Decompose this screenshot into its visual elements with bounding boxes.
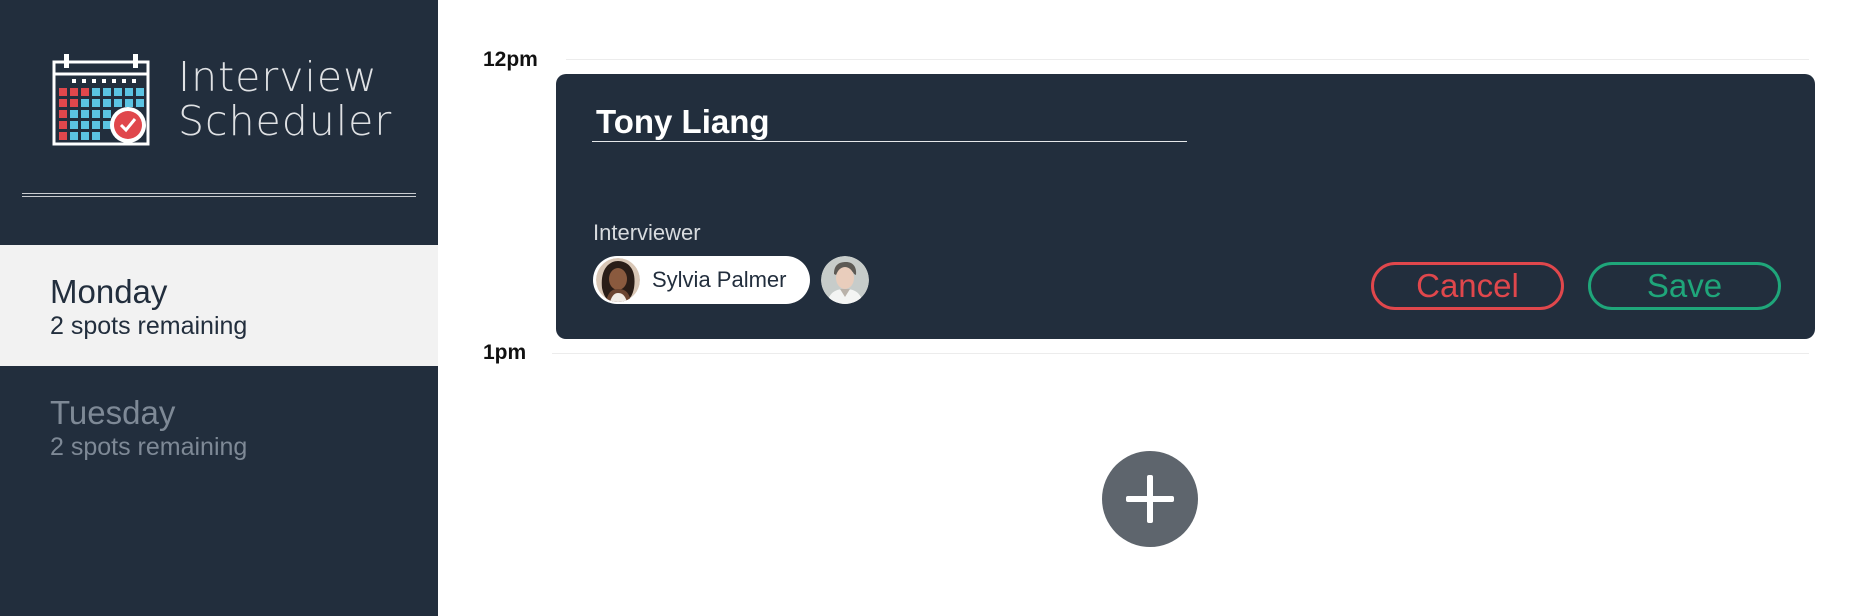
- interviewer-avatar: [596, 258, 640, 302]
- interviewer-list-heading: Interviewer: [593, 220, 701, 245]
- cancel-button[interactable]: Cancel: [1371, 262, 1564, 310]
- app-title-line1: Interview: [178, 53, 378, 101]
- hour-separator: [566, 59, 1809, 60]
- day-spots-remaining: 2 spots remaining: [50, 312, 248, 340]
- time-label-1pm: 1pm: [483, 341, 527, 364]
- interviewer-name: Sylvia Palmer: [652, 267, 787, 292]
- interviewer-item-sylvia-palmer[interactable]: Sylvia Palmer: [593, 256, 811, 304]
- day-name: Tuesday: [50, 394, 176, 431]
- appointment-form: Interviewer Sylvia Palmer: [556, 74, 1815, 339]
- day-list: Monday 2 spots remaining Tuesday 2 spots…: [0, 245, 438, 487]
- day-name: Monday: [50, 273, 168, 310]
- plus-icon: [1126, 475, 1174, 523]
- time-label-12pm: 12pm: [483, 48, 538, 71]
- day-list-item-tuesday[interactable]: Tuesday 2 spots remaining: [0, 366, 438, 487]
- day-spots-remaining: 2 spots remaining: [50, 433, 248, 461]
- hour-separator: [552, 353, 1809, 354]
- calendar-check-icon: [52, 54, 150, 146]
- day-list-item-monday[interactable]: Monday 2 spots remaining: [0, 245, 438, 366]
- sidebar: Interview Scheduler Monday 2 spots remai…: [0, 0, 438, 616]
- app-title: Interview Scheduler: [178, 55, 392, 143]
- app-title-line2: Scheduler: [178, 97, 393, 145]
- add-appointment-button[interactable]: [1102, 451, 1198, 547]
- app-logo: Interview Scheduler: [52, 52, 392, 146]
- student-name-input[interactable]: [592, 102, 1187, 142]
- interviewer-list: Sylvia Palmer: [593, 256, 870, 304]
- sidebar-divider: [22, 193, 416, 197]
- save-button[interactable]: Save: [1588, 262, 1781, 310]
- interviewer-item-2[interactable]: [821, 256, 870, 304]
- interviewer-avatar: [821, 256, 870, 304]
